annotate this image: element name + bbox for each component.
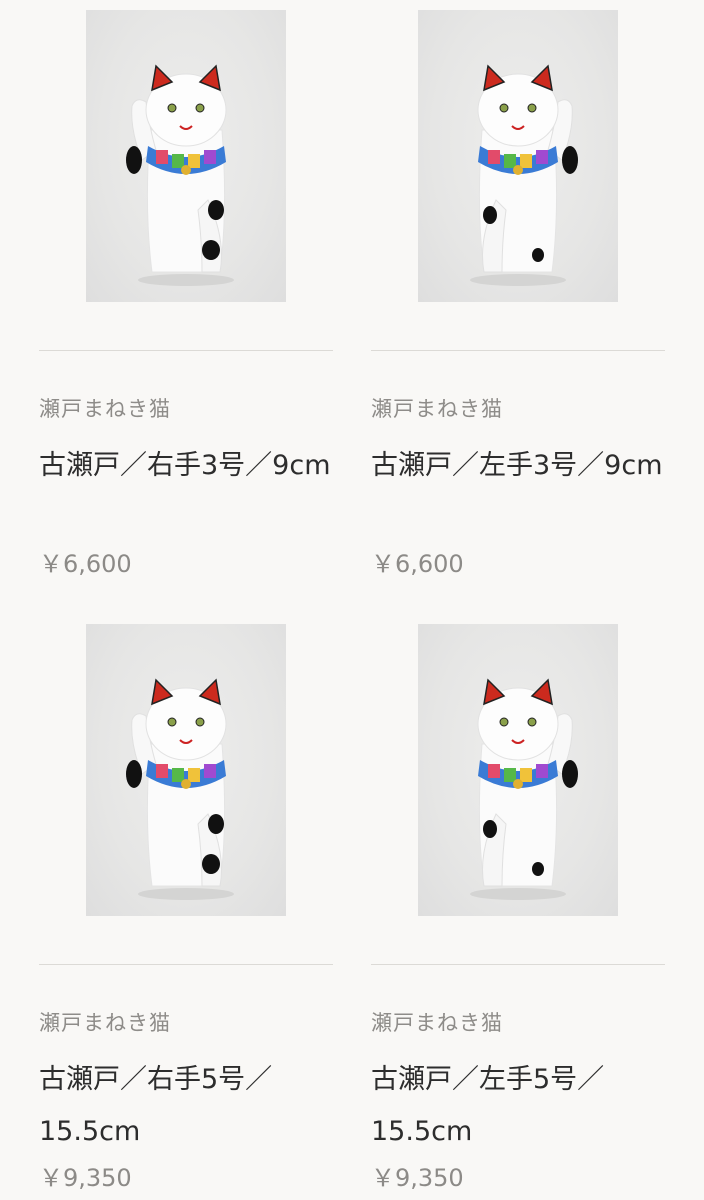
maneki-neko-figurine [126, 64, 234, 286]
product-price: ￥9,350 [371, 1164, 464, 1192]
product-brand: 瀬戸まねき猫 [39, 1011, 171, 1035]
product-price: ￥9,350 [39, 1164, 132, 1192]
product-image[interactable] [418, 624, 618, 916]
product-title[interactable]: 古瀬戸／左手3号／9cm [371, 440, 665, 492]
divider [39, 964, 333, 965]
product-title[interactable]: 古瀬戸／左手5号／15.5cm [371, 1054, 665, 1158]
product-image[interactable] [86, 10, 286, 302]
maneki-neko-figurine [126, 678, 234, 900]
product-price: ￥6,600 [39, 550, 132, 578]
product-title[interactable]: 古瀬戸／右手5号／15.5cm [39, 1054, 333, 1158]
divider [371, 350, 665, 351]
maneki-neko-figurine [470, 678, 578, 900]
product-price: ￥6,600 [371, 550, 464, 578]
divider [39, 350, 333, 351]
product-image[interactable] [86, 624, 286, 916]
product-brand: 瀬戸まねき猫 [371, 397, 503, 421]
product-title[interactable]: 古瀬戸／右手3号／9cm [39, 440, 333, 492]
product-image[interactable] [418, 10, 618, 302]
product-brand: 瀬戸まねき猫 [371, 1011, 503, 1035]
divider [371, 964, 665, 965]
product-brand: 瀬戸まねき猫 [39, 397, 171, 421]
maneki-neko-figurine [470, 64, 578, 286]
